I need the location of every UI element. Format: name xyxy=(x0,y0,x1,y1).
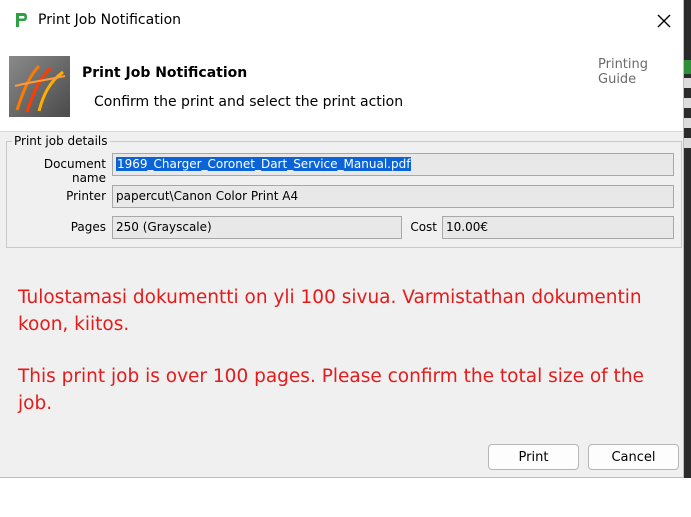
print-job-dialog: Print Job Notification Print Job Notific… xyxy=(0,0,684,478)
papercut-app-icon xyxy=(16,13,27,27)
document-name-label: Document name xyxy=(43,157,106,185)
close-button[interactable] xyxy=(650,8,678,34)
printer-label: Printer xyxy=(66,189,106,203)
cost-label: Cost xyxy=(410,220,437,234)
printer-field[interactable]: papercut\Canon Color Print A4 xyxy=(112,185,674,208)
printer-logo-icon xyxy=(9,56,70,117)
document-name-field[interactable]: 1969_Charger_Coronet_Dart_Service_Manual… xyxy=(112,153,674,176)
background-line xyxy=(683,78,691,88)
pages-field[interactable]: 250 (Grayscale) xyxy=(112,216,402,239)
close-icon xyxy=(657,14,671,28)
background-line xyxy=(683,138,691,148)
document-name-value: 1969_Charger_Coronet_Dart_Service_Manual… xyxy=(116,157,412,171)
finnish-warning-line-2: koon, kiitos. xyxy=(18,314,130,335)
cost-field[interactable]: 10.00€ xyxy=(442,216,674,239)
background-line xyxy=(683,118,691,128)
printing-guide-link[interactable]: Printing Guide xyxy=(598,57,683,87)
dialog-header: Print Job Notification Confirm the print… xyxy=(0,42,683,132)
header-title: Print Job Notification xyxy=(82,65,248,81)
pages-label: Pages xyxy=(70,220,106,234)
english-warning-line-1: This print job is over 100 pages. Please… xyxy=(18,366,644,387)
background-area xyxy=(0,478,691,517)
background-accent xyxy=(683,60,691,74)
background-line xyxy=(683,98,691,108)
cancel-button[interactable]: Cancel xyxy=(588,444,679,470)
title-bar: Print Job Notification xyxy=(0,0,683,42)
english-warning-line-2: job. xyxy=(18,393,53,414)
header-subtitle: Confirm the print and select the print a… xyxy=(94,94,404,110)
background-window-edge xyxy=(683,0,691,517)
finnish-warning-line-1: Tulostamasi dokumentti on yli 100 sivua.… xyxy=(18,287,642,308)
window-title: Print Job Notification xyxy=(38,12,182,28)
print-button[interactable]: Print xyxy=(488,444,579,470)
group-legend: Print job details xyxy=(12,134,110,148)
